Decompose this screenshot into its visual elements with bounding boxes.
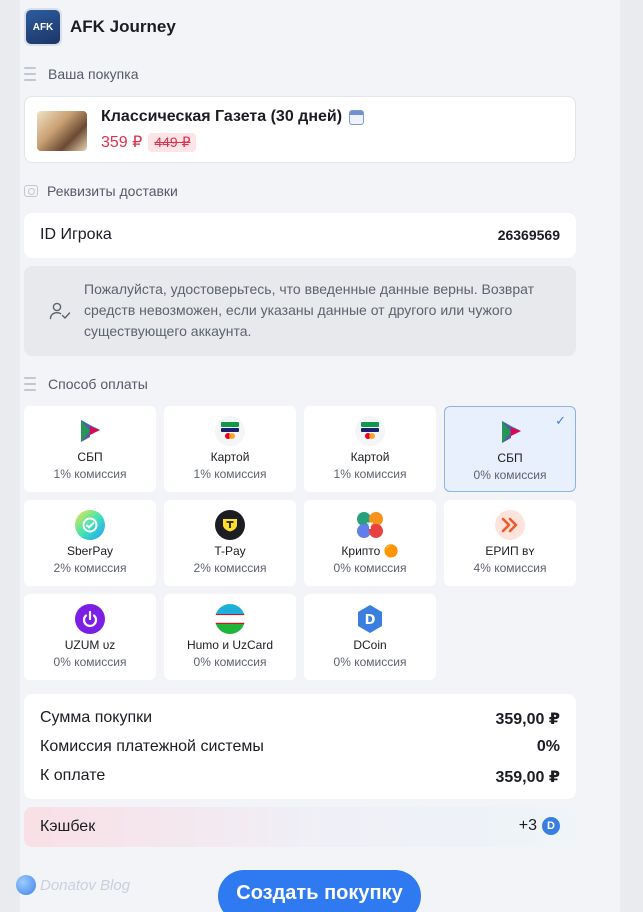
payment-method-fee: 0% комиссия	[333, 561, 407, 575]
svg-text:D: D	[365, 613, 376, 628]
product-name: Классическая Газета (30 дней)	[101, 108, 343, 125]
logo-text: AFK	[32, 21, 54, 33]
cashback-value: +3	[518, 817, 537, 834]
uzbekistan-flag-icon	[215, 604, 245, 634]
watermark-text: Donatov Blog	[40, 876, 131, 894]
cashback-value-wrap: +3 D	[519, 817, 560, 835]
payment-method-name: T-Pay	[214, 544, 246, 558]
camera-icon	[24, 185, 38, 197]
payment-method-dcoin[interactable]: D DCoin 0% комиссия	[304, 594, 436, 680]
payment-method-fee: 1% комиссия	[333, 467, 407, 481]
fee-label: Комиссия платежной системы	[40, 738, 264, 755]
app-header: AFK AFK Journey	[24, 8, 176, 46]
sberpay-icon	[75, 510, 105, 540]
payment-method-name: UZUM ᴜᴢ	[64, 638, 116, 652]
notice-text: Пожалуйста, удостоверьтесь, что введенны…	[84, 281, 535, 339]
delivery-section-title: Реквизиты доставки	[47, 183, 178, 199]
list-icon	[24, 377, 40, 391]
total-label: К оплате	[40, 767, 106, 784]
watermark: Donatov Blog	[16, 875, 130, 895]
user-check-icon	[49, 302, 71, 320]
payment-method-name: Крипто 🟠	[341, 544, 399, 558]
payment-method-name: СБП	[497, 451, 523, 465]
uzum-icon	[75, 604, 105, 634]
purchase-section-title: Ваша покупка	[48, 66, 139, 82]
crypto-icon: T	[355, 510, 385, 540]
payment-method-sbp-2-selected[interactable]: ✓ СБП 0% комиссия	[444, 406, 576, 492]
sbp-icon	[75, 416, 105, 446]
payment-method-fee: 2% комиссия	[53, 561, 127, 575]
payment-method-name: SberPay	[66, 544, 114, 558]
payment-method-uzum[interactable]: UZUM ᴜᴢ 0% комиссия	[24, 594, 156, 680]
mir-visa-card-icon	[215, 416, 245, 446]
payment-method-name: DCoin	[353, 638, 387, 652]
app-title: AFK Journey	[70, 17, 176, 36]
payment-method-name: Humo и UzCard	[186, 638, 274, 652]
tpay-icon	[215, 510, 245, 540]
payment-method-sbp-1[interactable]: СБП 1% комиссия	[24, 406, 156, 492]
purchase-section-label: Ваша покупка	[24, 66, 138, 82]
delivery-section-label: Реквизиты доставки	[24, 183, 178, 199]
list-icon	[24, 67, 40, 81]
payment-method-fee: 0% комиссия	[53, 655, 127, 669]
payment-section-label: Способ оплаты	[24, 376, 148, 392]
payment-method-name: СБП	[77, 450, 103, 464]
payment-method-card-1[interactable]: Картой 1% комиссия	[164, 406, 296, 492]
fee-row: Комиссия платежной системы 0%	[40, 738, 560, 756]
calendar-icon	[349, 109, 365, 125]
fee-value: 0%	[536, 738, 560, 755]
watermark-logo-icon	[16, 875, 36, 895]
product-old-price: 449 ₽	[148, 132, 197, 152]
payment-method-crypto[interactable]: T Крипто 🟠 0% комиссия	[304, 500, 436, 586]
total-row: К оплате 359,00 ₽	[40, 767, 560, 787]
player-id-field[interactable]: ID Игрока 26369569	[24, 213, 576, 258]
product-card: Классическая Газета (30 дней) 359 ₽ 449 …	[24, 96, 576, 163]
payment-method-humo-uzcard[interactable]: Humo и UzCard 0% комиссия	[164, 594, 296, 680]
svg-text:T: T	[367, 522, 374, 532]
payment-method-name: Картой	[210, 450, 250, 464]
cashback-label: Кэшбек	[40, 818, 96, 835]
payment-method-fee: 0% комиссия	[333, 655, 407, 669]
mir-visa-card-icon	[355, 416, 385, 446]
payment-method-sberpay[interactable]: SberPay 2% комиссия	[24, 500, 156, 586]
dcoin-icon: D	[355, 604, 385, 634]
price-row: 359 ₽ 449 ₽	[101, 132, 197, 152]
afk-journey-logo: AFK	[24, 8, 62, 46]
player-id-label: ID Игрока	[40, 226, 112, 243]
sbp-icon	[496, 417, 526, 447]
total-value: 359,00 ₽	[495, 769, 560, 786]
payment-method-fee: 4% комиссия	[473, 561, 547, 575]
player-id-value: 26369569	[497, 227, 560, 243]
payment-method-fee: 0% комиссия	[193, 655, 267, 669]
payment-method-fee: 1% комиссия	[53, 467, 127, 481]
product-image	[37, 111, 87, 151]
payment-method-fee: 1% комиссия	[193, 467, 267, 481]
payment-method-fee: 2% комиссия	[193, 561, 267, 575]
subtotal-label: Сумма покупки	[40, 709, 153, 726]
payment-method-fee: 0% комиссия	[473, 468, 547, 482]
payment-method-name: Картой	[350, 450, 390, 464]
cashback-row: Кэшбек +3 D	[24, 807, 576, 847]
payment-section-title: Способ оплаты	[48, 376, 148, 392]
payment-method-name: ЕРИП ʙʏ	[485, 544, 535, 558]
checkmark-icon: ✓	[555, 413, 566, 428]
erip-icon	[495, 510, 525, 540]
dcoin-icon: D	[542, 817, 560, 835]
product-name-row: Классическая Газета (30 дней)	[101, 108, 365, 126]
verification-notice: Пожалуйста, удостоверьтесь, что введенны…	[24, 266, 576, 356]
subtotal-value: 359,00 ₽	[495, 711, 560, 728]
create-purchase-button[interactable]: Создать покупку	[218, 870, 421, 912]
product-price: 359 ₽	[101, 134, 143, 151]
order-summary: Сумма покупки 359,00 ₽ Комиссия платежно…	[24, 694, 576, 799]
payment-method-tpay[interactable]: T-Pay 2% комиссия	[164, 500, 296, 586]
payment-method-erip[interactable]: ЕРИП ʙʏ 4% комиссия	[444, 500, 576, 586]
payment-method-card-2[interactable]: Картой 1% комиссия	[304, 406, 436, 492]
subtotal-row: Сумма покупки 359,00 ₽	[40, 709, 560, 729]
